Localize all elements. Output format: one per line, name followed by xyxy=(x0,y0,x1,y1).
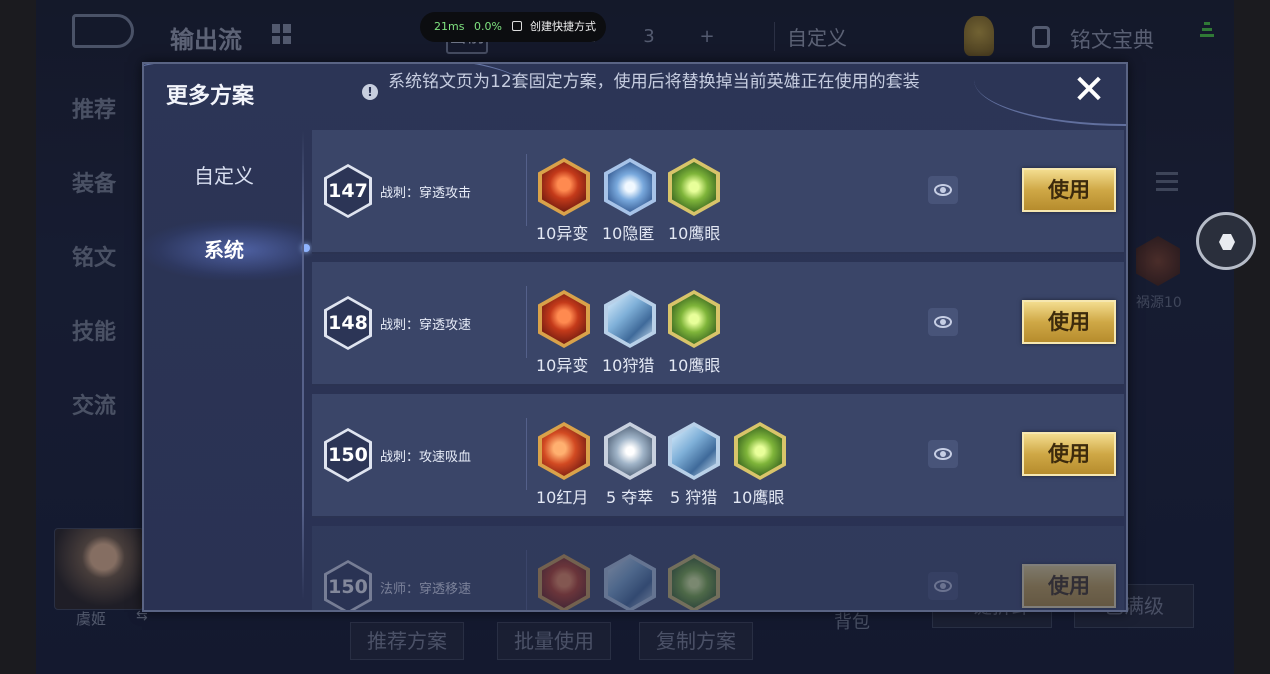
rune-label: 10鹰眼 xyxy=(732,488,785,507)
rune-label: 5 夺萃 xyxy=(606,488,654,507)
hunt-rune-icon[interactable] xyxy=(604,554,656,610)
level-number: 150 xyxy=(327,563,369,610)
plan-list[interactable]: 147 战刺：穿透攻击 10异变 10隐匿 10鹰眼 使用 148 战刺：穿透攻… xyxy=(312,130,1124,610)
green-rune-icon[interactable] xyxy=(668,554,720,610)
more-plans-dialog: 更多方案 ! 系统铭文页为12套固定方案，使用后将替换掉当前英雄正在使用的套装 … xyxy=(142,62,1128,612)
info-icon: ! xyxy=(362,84,378,100)
level-number: 147 xyxy=(327,167,369,215)
use-button[interactable]: 使用 xyxy=(1022,432,1116,476)
use-button[interactable]: 使用 xyxy=(1022,168,1116,212)
packet-loss-text: 0.0% xyxy=(474,20,502,33)
level-number: 150 xyxy=(327,431,369,479)
rune-label: 10隐匿 xyxy=(602,224,655,243)
row-separator xyxy=(526,286,527,358)
use-button[interactable]: 使用 xyxy=(1022,564,1116,608)
row-separator xyxy=(526,154,527,226)
green-rune-icon[interactable] xyxy=(734,422,786,480)
red-rune-icon[interactable] xyxy=(538,554,590,610)
tab-system-label: 系统 xyxy=(204,238,244,262)
plan-name: 战刺：攻速吸血 xyxy=(380,450,472,465)
plan-row: 147 战刺：穿透攻击 10异变 10隐匿 10鹰眼 使用 xyxy=(312,130,1124,254)
level-badge: 148 xyxy=(324,296,372,350)
moon-rune-icon[interactable] xyxy=(538,422,590,480)
latency-text: 21ms xyxy=(434,20,465,33)
preview-eye-icon[interactable] xyxy=(928,440,958,468)
tab-divider xyxy=(302,130,304,600)
level-number: 148 xyxy=(327,299,369,347)
rune-label: 10狩猎 xyxy=(602,356,655,375)
hunt-rune-icon[interactable] xyxy=(668,422,720,480)
hunt-rune-icon[interactable] xyxy=(604,290,656,348)
plan-row: 150 法师：穿透移速 使用 xyxy=(312,526,1124,610)
level-badge: 147 xyxy=(324,164,372,218)
preview-eye-icon[interactable] xyxy=(928,572,958,600)
shortcut-icon[interactable] xyxy=(512,21,522,31)
preview-eye-icon[interactable] xyxy=(928,176,958,204)
green-rune-icon[interactable] xyxy=(668,158,720,216)
plan-name: 战刺：穿透攻击 xyxy=(380,186,472,201)
plan-row: 150 战刺：攻速吸血 10红月 5 夺萃 5 狩猎 10鹰眼 使用 xyxy=(312,394,1124,518)
tab-custom-label: 自定义 xyxy=(194,164,254,188)
plan-name: 战刺：穿透攻速 xyxy=(380,318,472,333)
green-rune-icon[interactable] xyxy=(668,290,720,348)
red-rune-icon[interactable] xyxy=(538,158,590,216)
level-badge: 150 xyxy=(324,428,372,482)
red-rune-icon[interactable] xyxy=(538,290,590,348)
dialog-header: 更多方案 ! 系统铭文页为12套固定方案，使用后将替换掉当前英雄正在使用的套装 … xyxy=(144,64,1126,126)
rune-label: 10异变 xyxy=(536,224,589,243)
plan-name: 法师：穿透移速 xyxy=(380,582,472,597)
level-badge: 150 xyxy=(324,560,372,610)
close-button[interactable]: ✕ xyxy=(1070,70,1108,110)
floating-assistant-button[interactable] xyxy=(1196,212,1256,270)
rune-label: 10红月 xyxy=(536,488,589,507)
rune-label: 10鹰眼 xyxy=(668,356,721,375)
row-separator xyxy=(526,550,527,610)
dialog-note: 系统铭文页为12套固定方案，使用后将替换掉当前英雄正在使用的套装 xyxy=(388,72,920,92)
dialog-side-tabs: 自定义 系统 xyxy=(144,130,310,610)
tab-custom[interactable]: 自定义 xyxy=(144,146,304,206)
rune-label: 5 狩猎 xyxy=(670,488,718,507)
create-shortcut-button[interactable]: 创建快捷方式 xyxy=(530,12,596,42)
blue-rune-icon[interactable] xyxy=(604,158,656,216)
plan-row: 148 战刺：穿透攻速 10异变 10狩猎 10鹰眼 使用 xyxy=(312,262,1124,386)
use-button[interactable]: 使用 xyxy=(1022,300,1116,344)
tab-system[interactable]: 系统 xyxy=(144,220,310,280)
rune-label: 10鹰眼 xyxy=(668,224,721,243)
performance-overlay: 21ms 0.0% 创建快捷方式 xyxy=(420,12,606,42)
seize-rune-icon[interactable] xyxy=(604,422,656,480)
rune-label: 10异变 xyxy=(536,356,589,375)
preview-eye-icon[interactable] xyxy=(928,308,958,336)
row-separator xyxy=(526,418,527,490)
dialog-title: 更多方案 xyxy=(166,84,255,109)
